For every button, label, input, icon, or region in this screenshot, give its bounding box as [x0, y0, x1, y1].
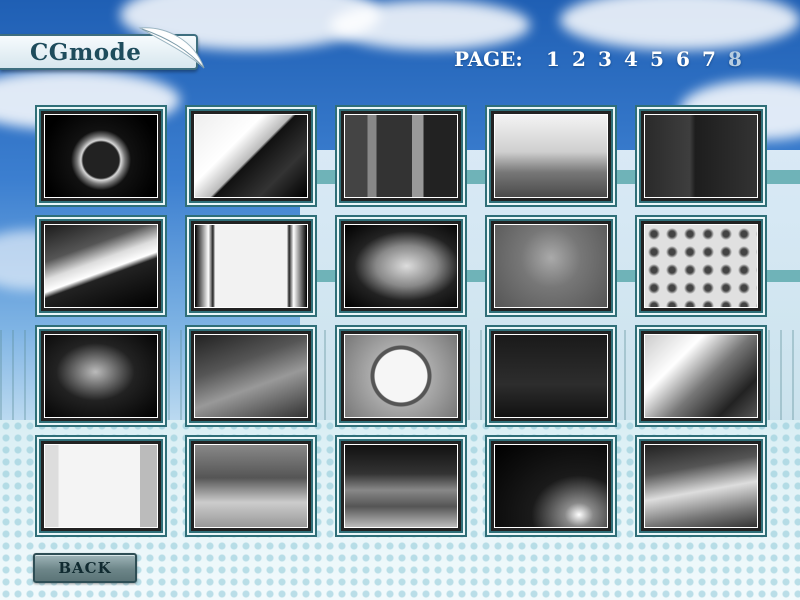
page-6-button[interactable]: 6 [676, 47, 690, 71]
cg-thumbnail[interactable] [487, 217, 615, 315]
cg-thumbnail[interactable] [487, 107, 615, 205]
page-1-button[interactable]: 1 [546, 47, 560, 71]
page-4-button[interactable]: 4 [624, 47, 638, 71]
page-7-button[interactable]: 7 [702, 47, 716, 71]
page-8-button-current[interactable]: 8 [728, 47, 742, 71]
cg-thumbnail[interactable] [37, 107, 165, 205]
feather-icon [138, 27, 205, 69]
cg-thumbnail[interactable] [37, 327, 165, 425]
page-label: PAGE: [454, 47, 523, 71]
cg-thumbnail[interactable] [337, 217, 465, 315]
cg-thumbnail[interactable] [637, 107, 765, 205]
page-5-button[interactable]: 5 [650, 47, 664, 71]
cg-thumbnail[interactable] [37, 437, 165, 535]
cg-thumbnail[interactable] [337, 107, 465, 205]
cg-thumbnail[interactable] [637, 327, 765, 425]
cg-thumbnail[interactable] [187, 437, 315, 535]
cg-thumbnail[interactable] [37, 217, 165, 315]
cg-thumbnail[interactable] [637, 437, 765, 535]
page-3-button[interactable]: 3 [598, 47, 612, 71]
back-button[interactable]: BACK [33, 553, 137, 583]
page-title: CGmode [30, 39, 142, 66]
cg-thumbnail[interactable] [187, 107, 315, 205]
cg-thumbnail[interactable] [337, 437, 465, 535]
cg-thumbnail[interactable] [187, 327, 315, 425]
cg-thumbnail[interactable] [187, 217, 315, 315]
cg-thumbnail[interactable] [487, 437, 615, 535]
cg-thumbnail[interactable] [487, 327, 615, 425]
page-2-button[interactable]: 2 [572, 47, 586, 71]
cg-thumbnail[interactable] [337, 327, 465, 425]
cg-thumbnail[interactable] [637, 217, 765, 315]
